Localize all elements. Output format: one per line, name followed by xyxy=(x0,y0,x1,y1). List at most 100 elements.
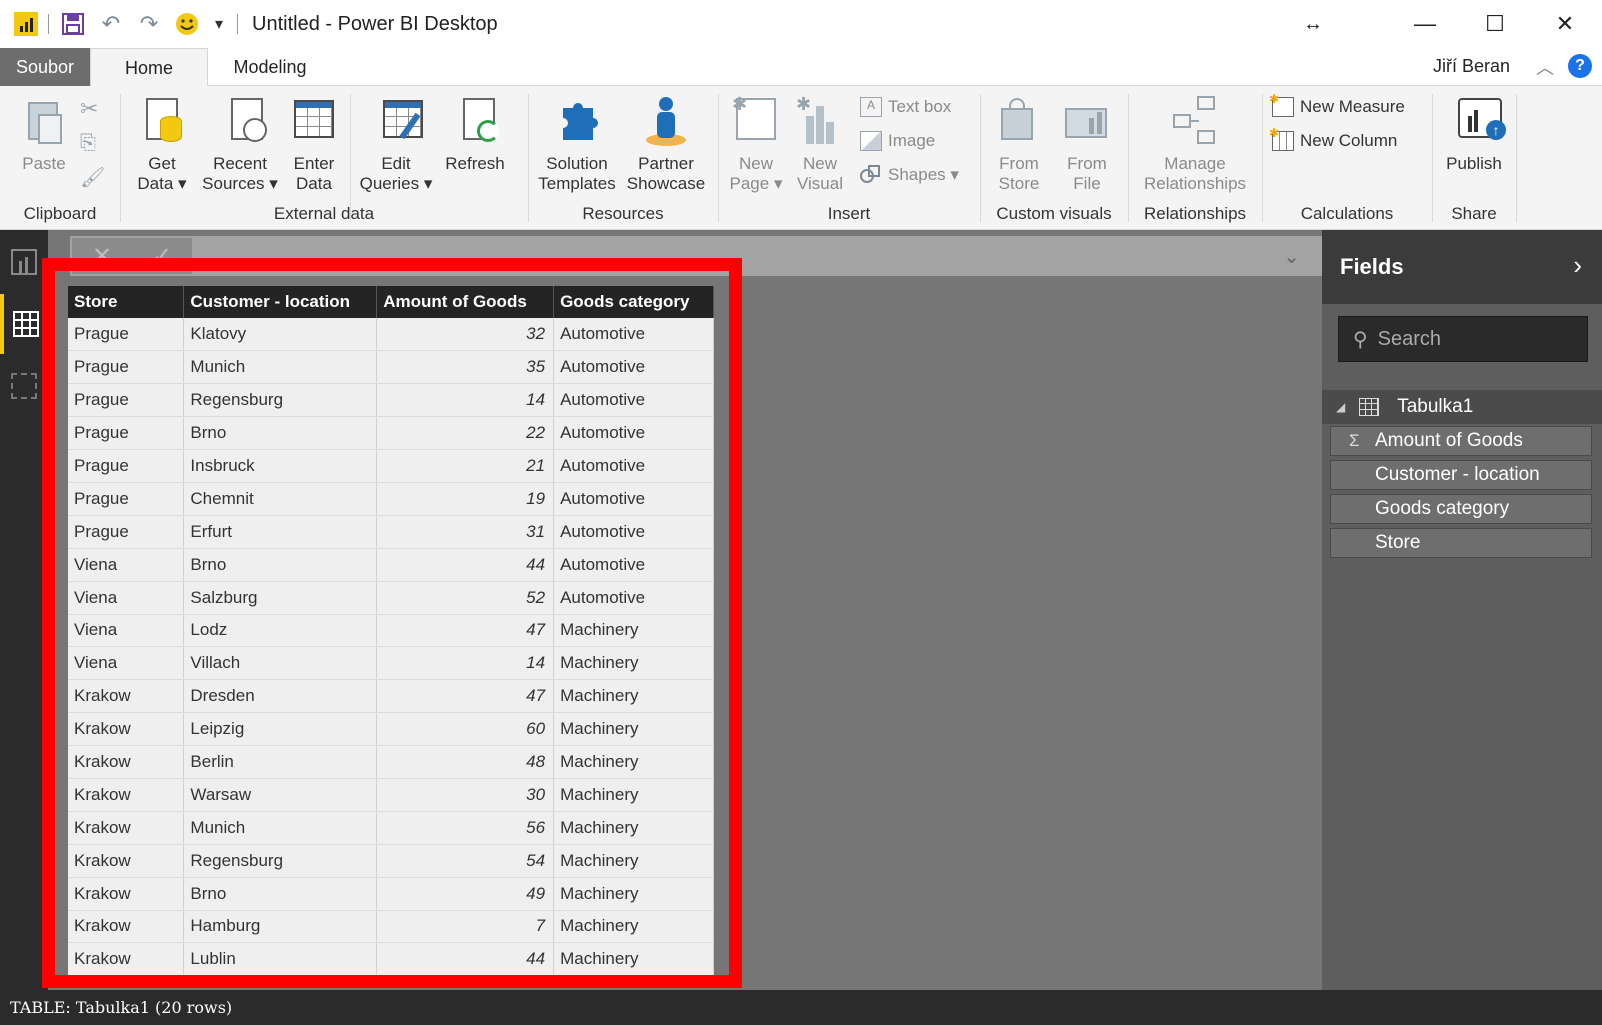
cell-store[interactable]: Viena xyxy=(68,548,185,582)
field-store[interactable]: Store xyxy=(1330,528,1592,558)
manage-relationships-button[interactable]: Manage Relationships xyxy=(1134,94,1256,194)
tab-file[interactable]: Soubor xyxy=(0,48,90,86)
column-header-customer-location[interactable]: Customer - location xyxy=(183,286,378,318)
cell-store[interactable]: Krakow xyxy=(68,712,185,747)
cell-amount-of-goods[interactable]: 22 xyxy=(376,416,555,451)
close-button[interactable]: ✕ xyxy=(1530,0,1600,48)
cell-customer-location[interactable]: Villach xyxy=(183,646,378,681)
tab-home[interactable]: Home xyxy=(90,48,208,87)
column-header-amount-of-goods[interactable]: Amount of Goods xyxy=(376,286,555,318)
maximize-button[interactable]: ☐ xyxy=(1460,0,1530,48)
cell-customer-location[interactable]: Brno xyxy=(183,877,378,911)
cell-customer-location[interactable]: Regensburg xyxy=(183,383,378,418)
relationships-view-button[interactable] xyxy=(0,356,48,416)
cell-store[interactable]: Krakow xyxy=(68,745,185,779)
cell-store[interactable]: Krakow xyxy=(68,844,185,878)
customize-qat-icon[interactable]: ▾ xyxy=(211,10,227,38)
cell-goods-category[interactable]: Machinery xyxy=(553,910,714,944)
cell-customer-location[interactable]: Berlin xyxy=(183,745,378,779)
cell-customer-location[interactable]: Lublin xyxy=(183,942,378,977)
cell-amount-of-goods[interactable]: 49 xyxy=(376,877,555,911)
table-row[interactable]: Prague Klatovy 32 Automotive xyxy=(68,318,714,352)
partner-showcase-button[interactable]: Partner Showcase xyxy=(620,94,712,194)
cell-goods-category[interactable]: Machinery xyxy=(553,745,714,779)
cell-store[interactable]: Krakow xyxy=(68,778,185,812)
chevron-right-icon[interactable]: › xyxy=(1573,250,1582,281)
cell-amount-of-goods[interactable]: 47 xyxy=(376,679,555,714)
cut-icon[interactable]: ✂ xyxy=(80,96,98,122)
cell-goods-category[interactable]: Machinery xyxy=(553,614,714,648)
table-row[interactable]: Viena Brno 44 Automotive xyxy=(68,548,714,582)
from-store-button[interactable]: From Store xyxy=(986,94,1052,194)
cell-amount-of-goods[interactable]: 56 xyxy=(376,811,555,845)
cell-store[interactable]: Viena xyxy=(68,614,185,648)
paste-button[interactable]: Paste xyxy=(14,94,74,174)
table-node-tabulka1[interactable]: ◢ Tabulka1 xyxy=(1322,390,1602,424)
cell-customer-location[interactable]: Regensburg xyxy=(183,844,378,878)
cell-customer-location[interactable]: Salzburg xyxy=(183,581,378,615)
table-row[interactable]: Krakow Lublin 44 Machinery xyxy=(68,942,714,977)
cell-goods-category[interactable]: Machinery xyxy=(553,942,714,977)
cell-store[interactable]: Krakow xyxy=(68,811,185,845)
cell-goods-category[interactable]: Automotive xyxy=(553,515,714,549)
cell-amount-of-goods[interactable]: 21 xyxy=(376,449,555,483)
cell-goods-category[interactable]: Machinery xyxy=(553,712,714,747)
cell-amount-of-goods[interactable]: 35 xyxy=(376,350,555,385)
new-measure-button[interactable]: ✱ New Measure xyxy=(1269,92,1405,120)
cell-customer-location[interactable]: Brno xyxy=(183,416,378,451)
field-goods-category[interactable]: Goods category xyxy=(1330,494,1592,524)
cell-goods-category[interactable]: Automotive xyxy=(553,383,714,418)
format-painter-icon[interactable]: 🖌 xyxy=(80,164,105,190)
field-customer-location[interactable]: Customer - location xyxy=(1330,460,1592,490)
cell-amount-of-goods[interactable]: 32 xyxy=(376,318,555,352)
table-row[interactable]: Krakow Brno 49 Machinery xyxy=(68,877,714,911)
cell-store[interactable]: Prague xyxy=(68,482,185,516)
undo-icon[interactable]: ↶ xyxy=(97,10,125,38)
publish-button[interactable]: ↑ Publish xyxy=(1438,94,1510,174)
cell-customer-location[interactable]: Insbruck xyxy=(183,449,378,483)
cell-customer-location[interactable]: Chemnit xyxy=(183,482,378,516)
copy-icon[interactable]: ⎘ xyxy=(80,130,96,156)
solution-templates-button[interactable]: Solution Templates xyxy=(534,94,620,194)
cell-customer-location[interactable]: Klatovy xyxy=(183,318,378,352)
table-row[interactable]: Prague Insbruck 21 Automotive xyxy=(68,449,714,483)
text-box-button[interactable]: A Text box xyxy=(860,94,951,120)
smiley-feedback-icon[interactable] xyxy=(173,10,201,38)
help-icon[interactable]: ? xyxy=(1568,54,1592,78)
cell-amount-of-goods[interactable]: 44 xyxy=(376,942,555,977)
cell-customer-location[interactable]: Brno xyxy=(183,548,378,582)
cell-goods-category[interactable]: Machinery xyxy=(553,778,714,812)
cell-amount-of-goods[interactable]: 19 xyxy=(376,482,555,516)
cell-goods-category[interactable]: Machinery xyxy=(553,646,714,681)
collapse-ribbon-icon[interactable]: ︿ xyxy=(1536,54,1554,80)
table-row[interactable]: Krakow Warsaw 30 Machinery xyxy=(68,778,714,812)
cell-amount-of-goods[interactable]: 14 xyxy=(376,646,555,681)
table-row[interactable]: Prague Erfurt 31 Automotive xyxy=(68,515,714,549)
cell-store[interactable]: Krakow xyxy=(68,910,185,944)
cell-store[interactable]: Prague xyxy=(68,449,185,483)
cell-amount-of-goods[interactable]: 44 xyxy=(376,548,555,582)
cell-store[interactable]: Krakow xyxy=(68,877,185,911)
column-header-store[interactable]: Store xyxy=(68,286,185,318)
table-row[interactable]: Krakow Regensburg 54 Machinery xyxy=(68,844,714,878)
cell-amount-of-goods[interactable]: 52 xyxy=(376,581,555,615)
cell-store[interactable]: Viena xyxy=(68,646,185,681)
image-button[interactable]: Image xyxy=(860,128,935,154)
cell-amount-of-goods[interactable]: 48 xyxy=(376,745,555,779)
cell-goods-category[interactable]: Machinery xyxy=(553,679,714,714)
column-header-goods-category[interactable]: Goods category xyxy=(553,286,714,318)
cell-store[interactable]: Viena xyxy=(68,581,185,615)
cell-store[interactable]: Prague xyxy=(68,515,185,549)
cell-store[interactable]: Prague xyxy=(68,416,185,451)
cell-customer-location[interactable]: Warsaw xyxy=(183,778,378,812)
table-row[interactable]: Prague Regensburg 14 Automotive xyxy=(68,383,714,418)
edit-queries-button[interactable]: Edit Queries ▾ xyxy=(356,94,436,194)
save-icon[interactable] xyxy=(59,10,87,38)
cell-store[interactable]: Krakow xyxy=(68,679,185,714)
cell-customer-location[interactable]: Leipzig xyxy=(183,712,378,747)
cell-goods-category[interactable]: Automotive xyxy=(553,350,714,385)
formula-bar[interactable]: ✕ ✓ ⌄ xyxy=(70,236,1322,276)
cell-goods-category[interactable]: Machinery xyxy=(553,844,714,878)
redo-icon[interactable]: ↷ xyxy=(135,10,163,38)
table-row[interactable]: Viena Villach 14 Machinery xyxy=(68,646,714,681)
